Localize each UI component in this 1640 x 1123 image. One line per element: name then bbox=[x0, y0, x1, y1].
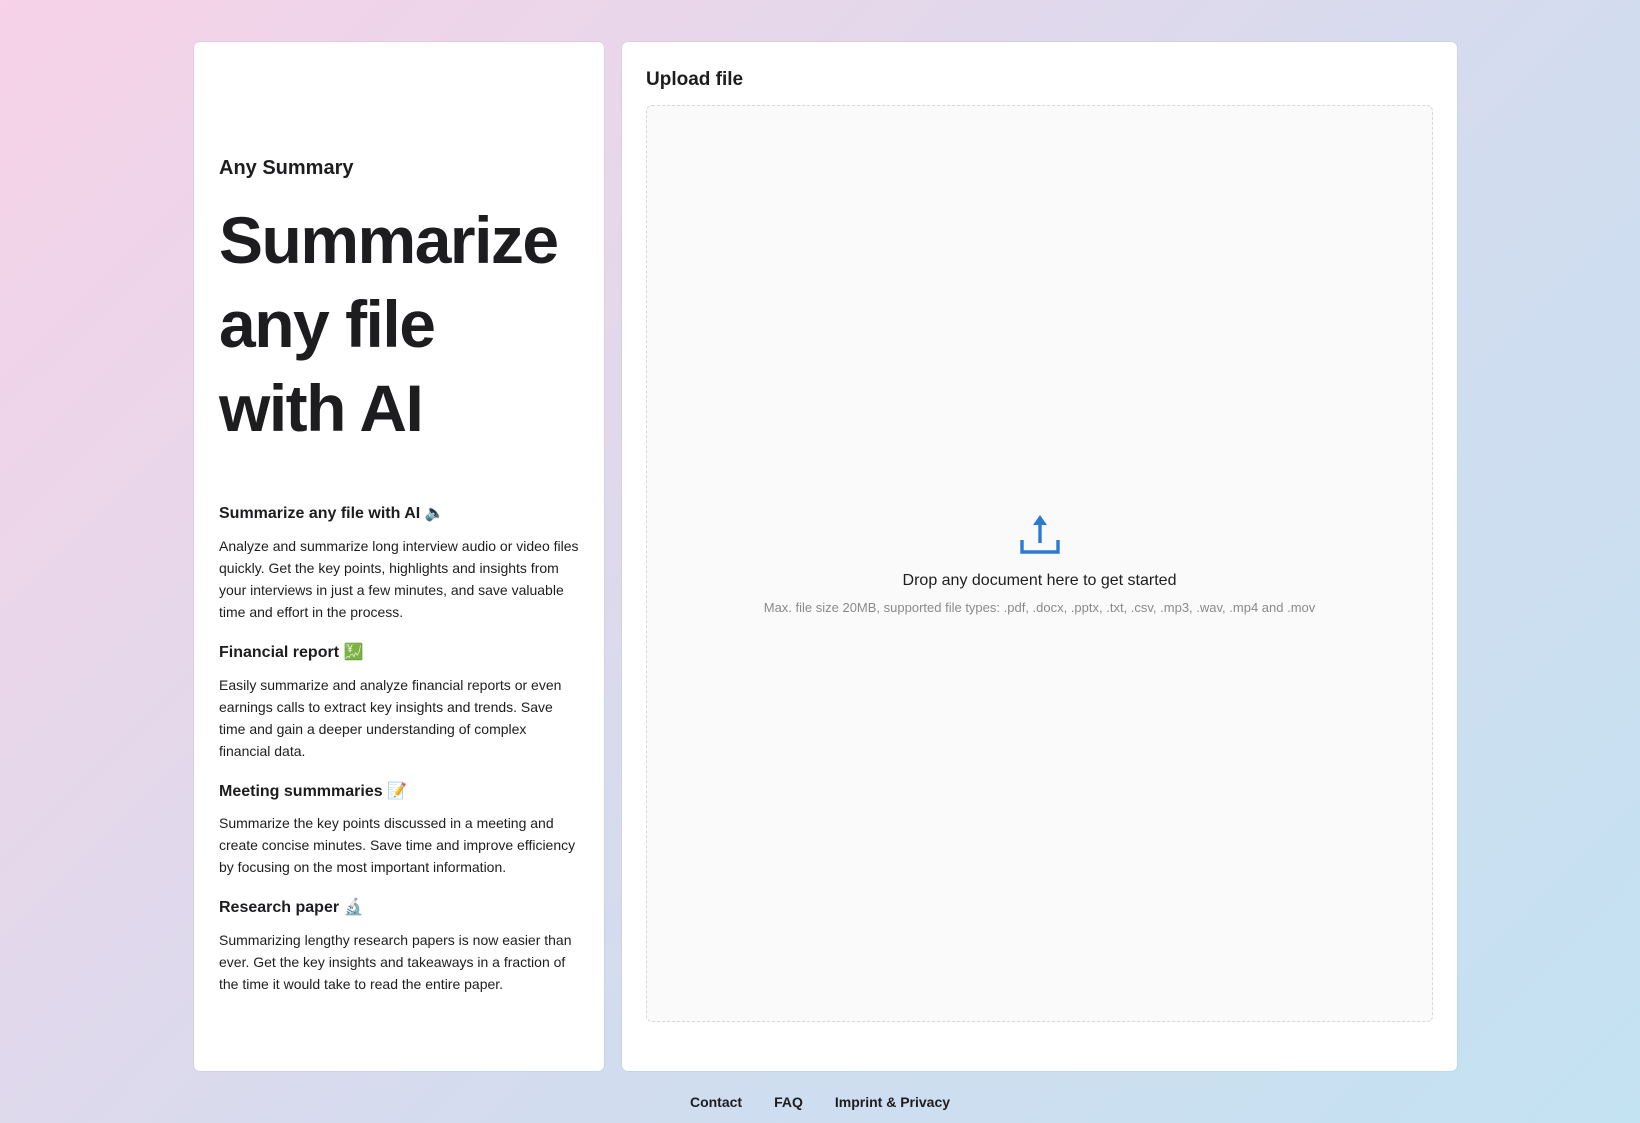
hero-line-1: Summarize bbox=[219, 203, 559, 277]
dropzone-constraints: Max. file size 20MB, supported file type… bbox=[763, 599, 1316, 615]
feature-title: Research paper 🔬 bbox=[219, 899, 364, 917]
hero-line-3: with AI bbox=[219, 371, 424, 445]
footer-link-imprint-privacy[interactable]: Imprint & Privacy bbox=[835, 1094, 950, 1110]
intro-panel: Any Summary Summarize any file with AI S… bbox=[194, 42, 604, 1071]
feature-item: Financial report 💹 Easily summarize and … bbox=[219, 643, 579, 762]
feature-item: Meeting summmaries 📝 Summarize the key p… bbox=[219, 782, 579, 879]
feature-item: Summarize any file with AI 🔈 Analyze and… bbox=[219, 504, 579, 623]
feature-description: Summarize the key points discussed in a … bbox=[219, 815, 576, 876]
upload-icon bbox=[1019, 514, 1060, 554]
brand-name: Any Summary bbox=[219, 157, 354, 179]
feature-title: Meeting summmaries 📝 bbox=[219, 782, 407, 800]
upload-panel: Upload file Drop any document here to ge… bbox=[622, 42, 1457, 1071]
file-dropzone[interactable]: Drop any document here to get started Ma… bbox=[646, 104, 1433, 1022]
footer-link-contact[interactable]: Contact bbox=[690, 1094, 742, 1110]
feature-item: Research paper 🔬 Summarizing lengthy res… bbox=[219, 898, 579, 995]
hero-line-2: any file bbox=[219, 287, 436, 361]
feature-description: Summarizing lengthy research papers is n… bbox=[219, 932, 572, 993]
feature-title: Summarize any file with AI 🔈 bbox=[219, 505, 445, 522]
footer-link-faq[interactable]: FAQ bbox=[774, 1094, 803, 1110]
feature-description: Easily summarize and analyze financial r… bbox=[219, 676, 562, 759]
hero-headline: Summarize any file with AI bbox=[219, 198, 579, 450]
footer-nav: Contact FAQ Imprint & Privacy bbox=[0, 1094, 1640, 1110]
upload-title: Upload file bbox=[646, 69, 744, 90]
feature-title: Financial report 💹 bbox=[219, 643, 364, 661]
dropzone-instructions: Drop any document here to get started bbox=[902, 571, 1177, 589]
feature-description: Analyze and summarize long interview aud… bbox=[219, 537, 579, 620]
